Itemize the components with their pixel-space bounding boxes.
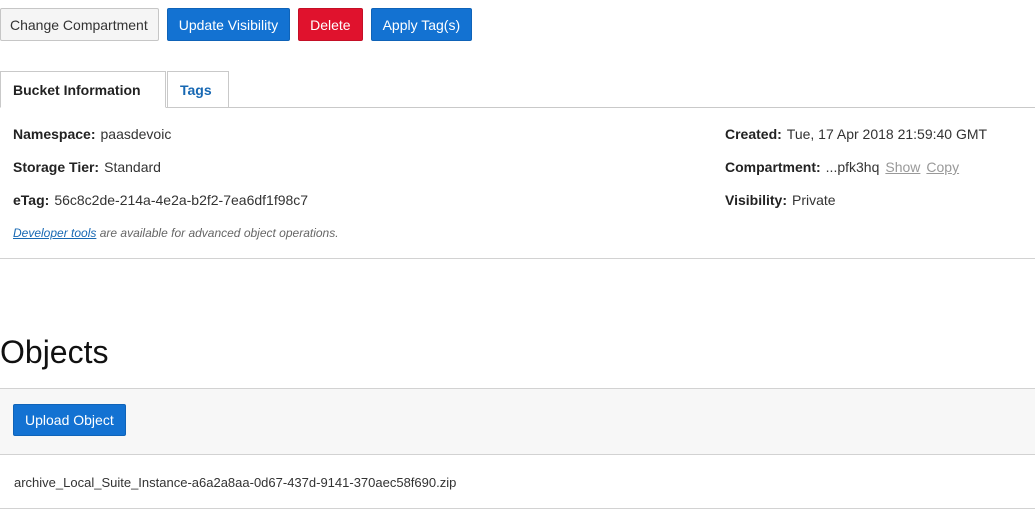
tab-bucket-information[interactable]: Bucket Information xyxy=(0,71,166,108)
tab-tags[interactable]: Tags xyxy=(167,71,229,107)
storage-tier-value: Standard xyxy=(104,159,161,175)
change-compartment-button[interactable]: Change Compartment xyxy=(0,8,159,41)
developer-tools-note: Developer tools are available for advanc… xyxy=(13,226,339,240)
bucket-tabs: Bucket Information Tags xyxy=(0,71,1035,108)
compartment-show-link[interactable]: Show xyxy=(885,159,920,175)
compartment-row: Compartment: ...pfk3hq Show Copy xyxy=(725,159,959,175)
compartment-copy-link[interactable]: Copy xyxy=(926,159,959,175)
storage-tier-row: Storage Tier: Standard xyxy=(13,159,161,175)
upload-object-button[interactable]: Upload Object xyxy=(13,404,126,436)
developer-tools-text: are available for advanced object operat… xyxy=(96,226,339,240)
apply-tags-button[interactable]: Apply Tag(s) xyxy=(370,8,473,41)
objects-toolbar: Upload Object xyxy=(0,388,1035,455)
section-divider xyxy=(0,258,1035,259)
etag-value: 56c8c2de-214a-4e2a-b2f2-7ea6df1f98c7 xyxy=(54,192,309,208)
compartment-value: ...pfk3hq xyxy=(825,159,880,175)
visibility-row: Visibility: Private xyxy=(725,192,836,208)
visibility-value: Private xyxy=(791,192,836,208)
developer-tools-link[interactable]: Developer tools xyxy=(13,226,96,240)
compartment-label: Compartment: xyxy=(725,159,821,175)
object-name: archive_Local_Suite_Instance-a6a2a8aa-0d… xyxy=(14,474,457,490)
namespace-label: Namespace: xyxy=(13,126,96,142)
storage-tier-label: Storage Tier: xyxy=(13,159,100,175)
bucket-details-page: Change Compartment Update Visibility Del… xyxy=(0,0,1035,511)
update-visibility-button[interactable]: Update Visibility xyxy=(166,8,291,41)
visibility-label: Visibility: xyxy=(725,192,787,208)
objects-heading: Objects xyxy=(0,334,109,370)
etag-label: eTag: xyxy=(13,192,50,208)
created-value: Tue, 17 Apr 2018 21:59:40 GMT xyxy=(786,126,988,142)
created-label: Created: xyxy=(725,126,782,142)
created-row: Created: Tue, 17 Apr 2018 21:59:40 GMT xyxy=(725,126,987,142)
etag-row: eTag: 56c8c2de-214a-4e2a-b2f2-7ea6df1f98c… xyxy=(13,192,308,208)
table-row[interactable]: archive_Local_Suite_Instance-a6a2a8aa-0d… xyxy=(0,456,1035,509)
namespace-value: paasdevoic xyxy=(100,126,172,142)
bucket-toolbar: Change Compartment Update Visibility Del… xyxy=(0,8,473,41)
namespace-row: Namespace: paasdevoic xyxy=(13,126,171,142)
delete-button[interactable]: Delete xyxy=(298,8,363,41)
